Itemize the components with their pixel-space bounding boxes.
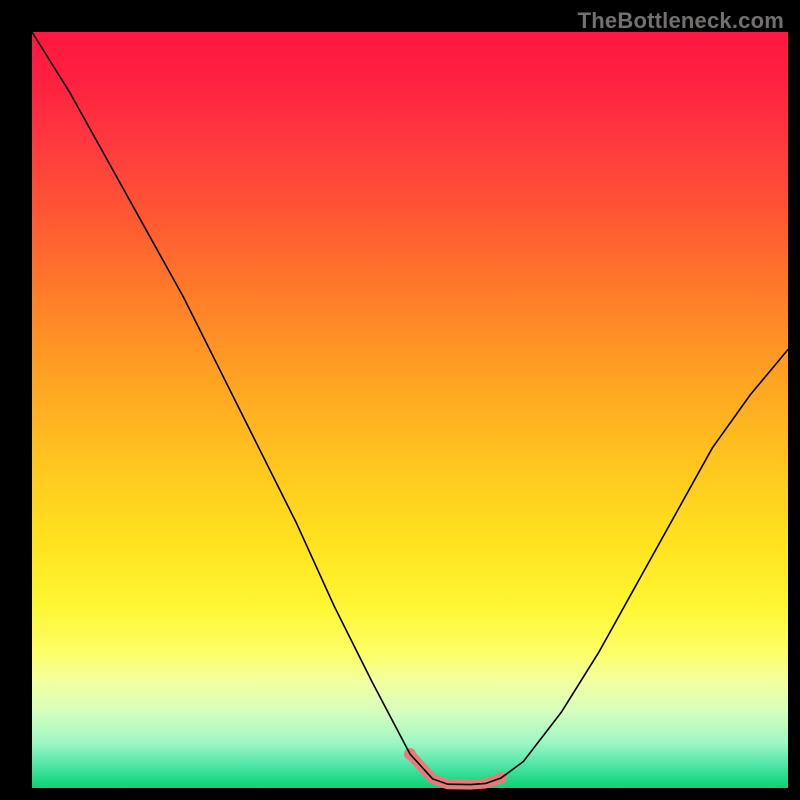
curve-line — [32, 32, 788, 785]
chart-frame: TheBottleneck.com — [0, 0, 800, 800]
plot-group — [32, 32, 788, 785]
plot-svg — [0, 0, 800, 800]
